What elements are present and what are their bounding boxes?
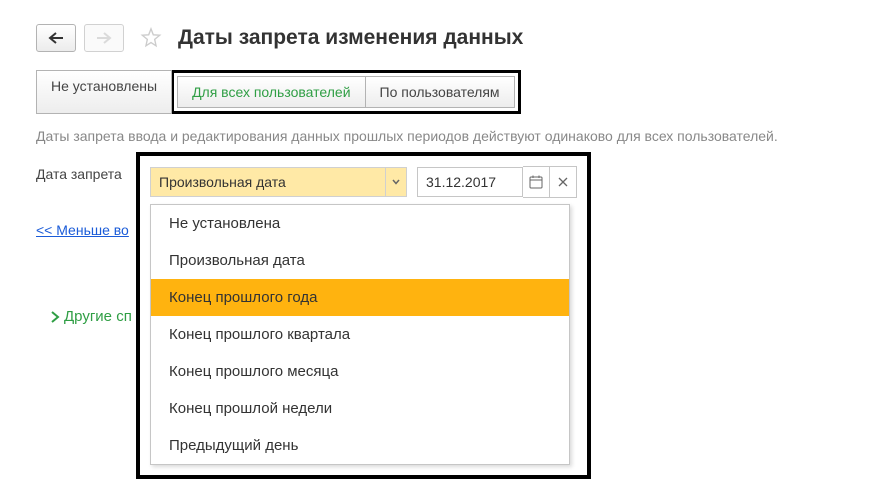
description-text: Даты запрета ввода и редактирования данн… xyxy=(36,128,860,144)
clear-date-button[interactable] xyxy=(550,166,577,198)
chevron-right-icon xyxy=(50,311,60,323)
tabs-bar: Не установлены Для всех пользователей По… xyxy=(36,70,860,114)
date-mode-dropdown-list: Не установленаПроизвольная датаКонец про… xyxy=(150,204,570,465)
less-options-link[interactable]: << Меньше во xyxy=(36,222,129,238)
tab-by-users[interactable]: По пользователям xyxy=(365,76,515,108)
dropdown-item[interactable]: Не установлена xyxy=(151,205,569,242)
dropdown-item[interactable]: Произвольная дата xyxy=(151,242,569,279)
dropdown-item[interactable]: Конец прошлого квартала xyxy=(151,316,569,353)
arrow-right-icon xyxy=(96,32,112,44)
date-value-input[interactable]: 31.12.2017 xyxy=(417,167,523,197)
date-ban-label: Дата запрета xyxy=(36,166,122,182)
dropdown-item[interactable]: Конец прошлой недели xyxy=(151,390,569,427)
star-icon xyxy=(140,27,162,49)
back-button[interactable] xyxy=(36,24,76,52)
close-icon xyxy=(558,177,568,187)
chevron-down-icon xyxy=(392,179,400,185)
date-selection-frame: Произвольная дата 31.12.2017 xyxy=(136,152,591,479)
calendar-icon xyxy=(529,175,543,189)
date-mode-value: Произвольная дата xyxy=(151,168,385,196)
calendar-button[interactable] xyxy=(523,166,550,198)
date-mode-combo[interactable]: Произвольная дата xyxy=(150,167,407,197)
other-methods-text: Другие сп xyxy=(64,308,132,325)
other-methods-link[interactable]: Другие сп xyxy=(50,308,132,325)
page-title: Даты запрета изменения данных xyxy=(178,26,523,50)
favorite-button[interactable] xyxy=(136,25,166,51)
dropdown-item[interactable]: Конец прошлого года xyxy=(151,279,569,316)
arrow-left-icon xyxy=(48,32,64,44)
tab-for-all-users[interactable]: Для всех пользователей xyxy=(177,76,365,108)
date-mode-dropdown-button[interactable] xyxy=(385,168,406,196)
tab-not-set[interactable]: Не установлены xyxy=(36,70,172,114)
dropdown-item[interactable]: Предыдущий день xyxy=(151,427,569,464)
tabs-highlight-frame: Для всех пользователей По пользователям xyxy=(171,70,520,114)
forward-button[interactable] xyxy=(84,24,124,52)
dropdown-item[interactable]: Конец прошлого месяца xyxy=(151,353,569,390)
